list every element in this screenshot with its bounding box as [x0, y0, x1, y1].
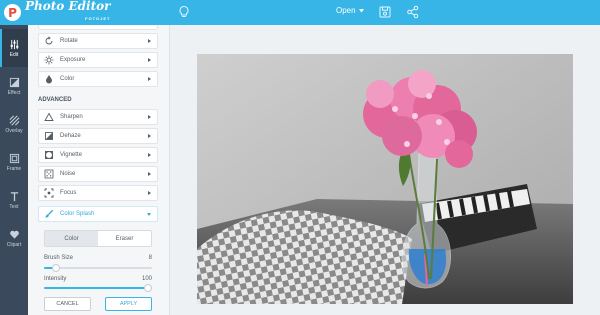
logo-title: Photo Editor FOTOJET — [25, 0, 111, 24]
vignette-icon — [45, 151, 53, 159]
heart-icon — [9, 230, 19, 239]
nav-label: Overlay — [5, 127, 23, 134]
tool-focus[interactable]: Focus — [38, 185, 158, 201]
chevron-down-icon — [358, 8, 364, 12]
nav-clipart[interactable]: Clipart — [0, 219, 28, 257]
brush-icon — [45, 209, 54, 218]
share-icon[interactable] — [406, 5, 420, 19]
scrolled-tool-row[interactable] — [38, 25, 158, 30]
tool-exposure[interactable]: Exposure — [38, 52, 158, 68]
brush-size-handle[interactable] — [52, 264, 60, 272]
chevron-down-icon — [147, 212, 151, 216]
chevron-right-icon — [148, 77, 151, 81]
tool-label: Noise — [60, 171, 76, 177]
tool-dehaze[interactable]: Dehaze — [38, 128, 158, 144]
tool-sharpen[interactable]: Sharpen — [38, 109, 158, 125]
edited-photo — [197, 54, 573, 304]
nav-text[interactable]: Text — [0, 181, 28, 219]
chevron-right-icon — [148, 191, 151, 195]
tool-rotate[interactable]: Rotate — [38, 33, 158, 49]
mode-eraser-button[interactable]: Eraser — [98, 231, 151, 246]
tool-label: Color Splash — [60, 211, 95, 217]
apply-button[interactable]: APPLY — [105, 297, 152, 311]
intensity-label: Intensity — [44, 276, 67, 282]
open-button[interactable]: Open — [336, 6, 364, 15]
tool-label: Focus — [60, 190, 77, 196]
lightbulb-icon[interactable] — [177, 5, 191, 19]
text-icon — [10, 191, 18, 201]
rotate-icon — [45, 36, 53, 45]
tool-color-splash[interactable]: Color Splash — [38, 206, 158, 222]
triangle-icon — [44, 112, 54, 121]
intensity-slider[interactable] — [44, 284, 152, 292]
open-label: Open — [336, 6, 356, 15]
mode-color-button[interactable]: Color — [45, 231, 98, 246]
noise-icon — [44, 169, 54, 179]
splash-mode-toggle: Color Eraser — [44, 230, 152, 247]
nav-overlay[interactable]: Overlay — [0, 105, 28, 143]
sun-icon — [44, 55, 54, 65]
logo-subtitle: FOTOJET — [85, 16, 111, 21]
drop-icon — [46, 75, 52, 84]
nav-label: Clipart — [6, 241, 22, 248]
chevron-right-icon — [148, 39, 151, 43]
nav-label: Frame — [6, 165, 22, 172]
tool-label: Vignette — [60, 152, 82, 158]
dehaze-icon — [45, 132, 53, 140]
tool-label: Dehaze — [60, 133, 81, 139]
intensity-handle[interactable] — [144, 284, 152, 292]
app-logo[interactable]: P Photo Editor FOTOJET — [4, 0, 111, 24]
brush-size-value: 8 — [148, 255, 152, 261]
chevron-right-icon — [148, 134, 151, 138]
chevron-right-icon — [148, 115, 151, 119]
logo-badge-icon: P — [4, 4, 21, 21]
tool-color[interactable]: Color — [38, 71, 158, 87]
photo-canvas[interactable] — [197, 54, 573, 304]
chevron-right-icon — [148, 172, 151, 176]
top-bar: P Photo Editor FOTOJET Open — [0, 0, 600, 25]
tool-noise[interactable]: Noise — [38, 166, 158, 182]
cancel-button[interactable]: CANCEL — [44, 297, 91, 311]
overlay-icon — [9, 115, 19, 125]
edit-tool-panel: Rotate Exposure Color ADVANCED Sharpen D… — [28, 25, 170, 315]
tool-label: Rotate — [60, 38, 78, 44]
brush-size-slider[interactable] — [44, 264, 152, 272]
focus-icon — [44, 188, 54, 198]
brush-size-label: Brush Size — [44, 255, 74, 261]
tool-label: Sharpen — [60, 114, 83, 120]
nav-label: Edit — [9, 51, 19, 58]
color-splash-options: Color Eraser Brush Size 8 Intensity 100 … — [38, 225, 158, 315]
nav-effect[interactable]: Effect — [0, 67, 28, 105]
intensity-value: 100 — [141, 276, 152, 282]
logo-title-text: Photo Editor — [25, 0, 111, 13]
nav-label: Effect — [7, 89, 21, 96]
frame-icon — [9, 153, 19, 163]
sliders-icon — [10, 39, 18, 49]
save-icon[interactable] — [378, 5, 392, 19]
chevron-right-icon — [148, 153, 151, 157]
tool-label: Color — [60, 76, 75, 82]
tool-vignette[interactable]: Vignette — [38, 147, 158, 163]
left-nav-rail: Edit Effect Overlay Frame Text Clipart — [0, 25, 28, 315]
effect-icon — [9, 77, 19, 87]
nav-frame[interactable]: Frame — [0, 143, 28, 181]
nav-edit[interactable]: Edit — [0, 29, 28, 67]
tool-label: Exposure — [60, 57, 86, 63]
chevron-right-icon — [148, 58, 151, 62]
intensity-fill — [44, 287, 148, 289]
nav-label: Text — [9, 203, 19, 210]
advanced-section-title: ADVANCED — [38, 97, 72, 103]
